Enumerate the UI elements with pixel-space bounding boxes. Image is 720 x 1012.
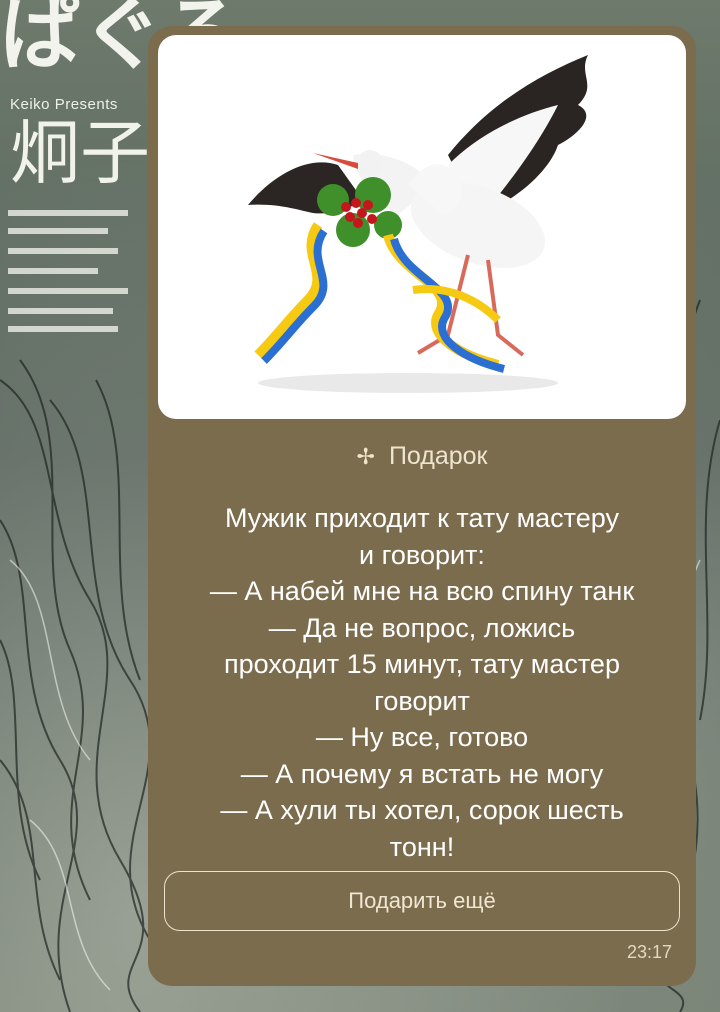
gift-header: ✢ Подарок	[148, 442, 696, 471]
gift-image[interactable]	[158, 35, 686, 419]
message-line: и говорит:	[359, 539, 485, 570]
stork-illustration	[248, 55, 588, 393]
gift-message-bubble[interactable]: ✢ Подарок Мужик приходит к тату мастеру …	[148, 26, 696, 986]
gift-icon: ✢	[356, 443, 375, 469]
gift-label: Подарок	[388, 442, 488, 470]
message-line: — А набей мне на всю спину танк	[209, 576, 635, 606]
message-line: Мужик приходит к тату мастеру	[225, 503, 619, 533]
wallpaper-kanji: 炯子	[10, 112, 150, 194]
message-line: — А почему я встать не могу	[240, 758, 604, 789]
message-line: проходит 15 минут, тату мастер	[224, 649, 620, 679]
message-text: Мужик приходит к тату мастеру и говорит:…	[148, 500, 696, 865]
message-line: тонн!	[389, 831, 455, 862]
wallpaper-title: Keiko Presents	[10, 96, 118, 113]
message-line: — Да не вопрос, ложись	[268, 612, 576, 643]
gift-again-button[interactable]: Подарить ещё	[164, 871, 680, 931]
message-line: говорит	[374, 685, 470, 716]
message-line: — А хули ты хотел, сорок шесть	[220, 795, 624, 825]
message-timestamp: 23:17	[626, 942, 672, 962]
message-line: — Ну все, готово	[315, 722, 529, 752]
